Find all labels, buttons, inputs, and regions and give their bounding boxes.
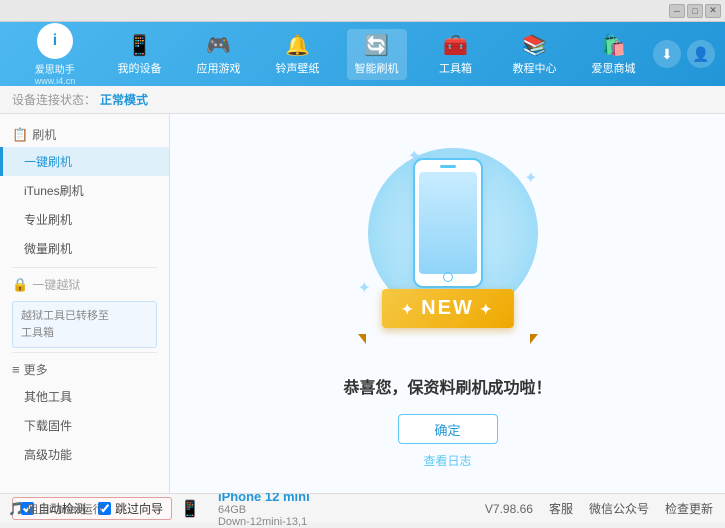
- device-phone-icon: 📱: [180, 499, 200, 519]
- toolbox-icon: 🧰: [443, 33, 468, 58]
- device-info: iPhone 12 mini 64GB Down-12mini-13,1: [218, 489, 310, 528]
- apps-icon: 🎮: [206, 33, 231, 58]
- phone-body: [413, 158, 483, 288]
- check-update-btn[interactable]: 检查更新: [665, 500, 713, 517]
- phone-illustration: ✦ ✦ ✦ NEW: [348, 138, 548, 358]
- status-value: 正常模式: [100, 91, 148, 108]
- nav-apps[interactable]: 🎮 应用游戏: [189, 29, 249, 80]
- phone-home-btn: [443, 272, 453, 282]
- maximize-btn[interactable]: □: [687, 4, 703, 18]
- more-section-icon: ≡: [12, 362, 20, 377]
- sparkle-3: ✦: [358, 278, 371, 298]
- sidebar-section-flash[interactable]: 📋 刷机: [0, 122, 169, 147]
- tutorials-label: 教程中心: [513, 60, 557, 76]
- check-update-link[interactable]: 查看日志: [423, 452, 471, 469]
- tutorials-icon: 📚: [522, 33, 547, 58]
- close-btn[interactable]: ✕: [705, 4, 721, 18]
- sidebar: 📋 刷机 一键刷机 iTunes刷机 专业刷机 微量刷机 🔒 一键越狱 越狱工具…: [0, 114, 170, 493]
- smart-flash-label: 智能刷机: [355, 60, 399, 76]
- smart-flash-icon: 🔄: [364, 33, 389, 58]
- nav-tutorials[interactable]: 📚 教程中心: [505, 29, 565, 80]
- itunes-icon: 🎵: [8, 501, 24, 517]
- nav-smart-flash[interactable]: 🔄 智能刷机: [347, 29, 407, 80]
- wallpaper-label: 铃声壁纸: [276, 60, 320, 76]
- jailbreak-section-icon: 🔒: [12, 277, 28, 293]
- bottom-right: V7.98.66 客服 微信公众号 检查更新: [485, 500, 713, 517]
- sidebar-item-advanced[interactable]: 高级功能: [0, 440, 169, 469]
- nav-wallpaper[interactable]: 🔔 铃声壁纸: [268, 29, 328, 80]
- nav-store[interactable]: 🛍️ 爱思商城: [584, 29, 644, 80]
- user-btn[interactable]: 👤: [687, 40, 715, 68]
- confirm-button[interactable]: 确定: [398, 414, 498, 444]
- nav-items: 📱 我的设备 🎮 应用游戏 🔔 铃声壁纸 🔄 智能刷机 🧰 工具箱 📚 教程中心…: [100, 29, 653, 80]
- sidebar-item-pro-flash[interactable]: 专业刷机: [0, 205, 169, 234]
- success-text: 恭喜您，保资料刷机成功啦！: [343, 374, 551, 398]
- my-device-icon: 📱: [127, 33, 152, 58]
- sidebar-item-one-click-flash[interactable]: 一键刷机: [0, 147, 169, 176]
- status-bar: 设备连接状态： 正常模式: [0, 86, 725, 114]
- itunes-running: 🎵 阻止iTunes运行: [8, 501, 104, 517]
- new-banner: NEW: [381, 289, 513, 328]
- divider-2: [12, 352, 157, 353]
- header-right: ⬇ 👤: [653, 40, 715, 68]
- sidebar-section-jailbreak: 🔒 一键越狱: [0, 272, 169, 297]
- apps-label: 应用游戏: [197, 60, 241, 76]
- logo-icon: i: [37, 23, 73, 59]
- device-firmware: Down-12mini-13,1: [218, 516, 310, 528]
- content-area: ✦ ✦ ✦ NEW 恭喜您，保资料刷机成功啦！ 确定 查看日志: [170, 114, 725, 493]
- sidebar-section-more[interactable]: ≡ 更多: [0, 357, 169, 382]
- wechat-link[interactable]: 微信公众号: [589, 500, 649, 517]
- bottom-bar: 自动检测 跳过向导 📱 iPhone 12 mini 64GB Down-12m…: [0, 493, 725, 523]
- banner-right-flap: [530, 334, 538, 344]
- status-label: 设备连接状态：: [12, 91, 96, 108]
- nav-my-device[interactable]: 📱 我的设备: [110, 29, 170, 80]
- store-label: 爱思商城: [592, 60, 636, 76]
- logo-text: 爱思助手 www.i4.cn: [35, 61, 76, 86]
- sidebar-item-micro-flash[interactable]: 微量刷机: [0, 234, 169, 263]
- minimize-btn[interactable]: ─: [669, 4, 685, 18]
- store-icon: 🛍️: [601, 33, 626, 58]
- wallpaper-icon: 🔔: [285, 33, 310, 58]
- jailbreak-note: 越狱工具已转移至工具箱: [12, 301, 157, 348]
- phone-screen: [419, 172, 477, 274]
- toolbox-label: 工具箱: [439, 60, 472, 76]
- divider-1: [12, 267, 157, 268]
- banner-left-flap: [358, 334, 366, 344]
- main-layout: 📋 刷机 一键刷机 iTunes刷机 专业刷机 微量刷机 🔒 一键越狱 越狱工具…: [0, 114, 725, 493]
- sidebar-item-download-firmware[interactable]: 下载固件: [0, 411, 169, 440]
- nav-toolbox[interactable]: 🧰 工具箱: [426, 29, 486, 80]
- device-storage: 64GB: [218, 504, 310, 516]
- download-btn[interactable]: ⬇: [653, 40, 681, 68]
- my-device-label: 我的设备: [118, 60, 162, 76]
- sidebar-item-other-tools[interactable]: 其他工具: [0, 382, 169, 411]
- logo-area: i 爱思助手 www.i4.cn: [10, 23, 100, 86]
- skip-wizard-checkbox[interactable]: 跳过向导: [98, 500, 163, 517]
- title-bar: ─ □ ✕: [0, 0, 725, 22]
- flash-section-icon: 📋: [12, 127, 28, 143]
- header: i 爱思助手 www.i4.cn 📱 我的设备 🎮 应用游戏 🔔 铃声壁纸 🔄 …: [0, 22, 725, 86]
- version-label: V7.98.66: [485, 502, 533, 516]
- sidebar-item-itunes-flash[interactable]: iTunes刷机: [0, 176, 169, 205]
- sparkle-2: ✦: [524, 168, 537, 188]
- phone-speaker: [440, 165, 456, 168]
- support-link[interactable]: 客服: [549, 500, 573, 517]
